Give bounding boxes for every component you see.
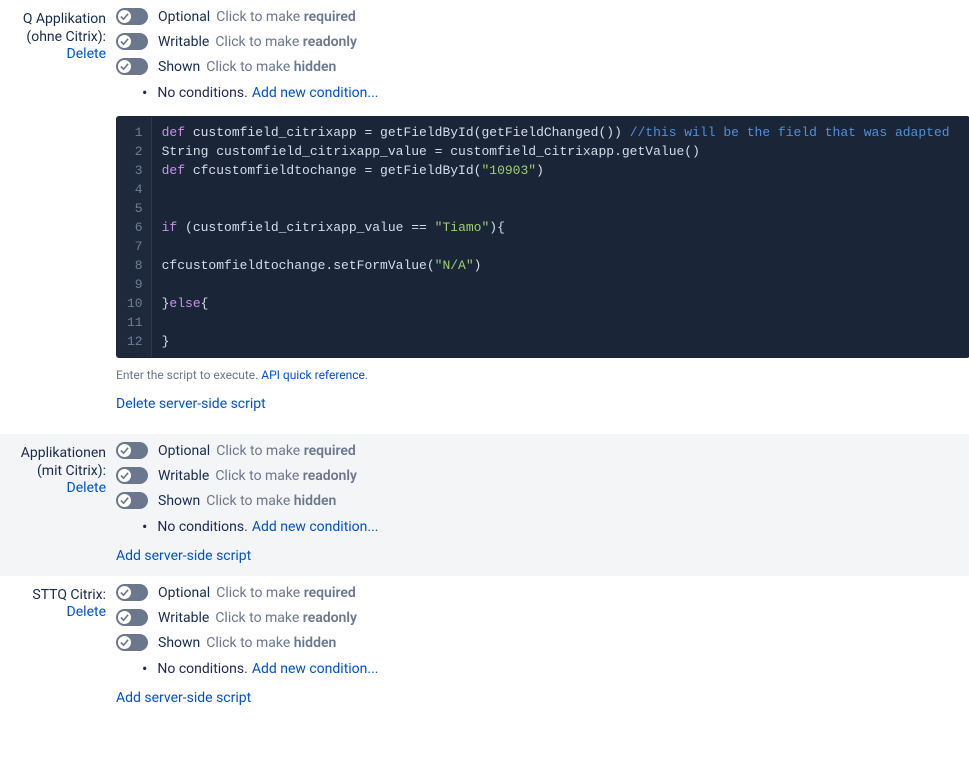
check-icon [118, 586, 131, 599]
conditions-bullet: No conditions. Add new condition... [142, 517, 959, 536]
no-conditions-text: No conditions. [157, 85, 247, 101]
check-icon [118, 60, 131, 73]
conditions-bullet: No conditions. Add new condition... [142, 83, 969, 102]
check-icon [118, 611, 131, 624]
add-server-side-script-link[interactable]: Add server-side script [116, 548, 251, 564]
delete-field-link[interactable]: Delete [67, 46, 106, 62]
field-label-col: STTQ Citrix: Delete [0, 576, 112, 620]
toggle-shown-hint: Click to make hidden [206, 493, 336, 509]
field-block-ohne-citrix: Q Applikation (ohne Citrix): Delete Opti… [0, 0, 969, 434]
toggle-row-writable: Writable Click to make readonly [116, 609, 959, 626]
toggle-shown-label: Shown [158, 493, 200, 509]
field-right-col: Optional Click to make required Writable… [112, 434, 969, 568]
toggle-writable-hint: Click to make readonly [215, 34, 357, 50]
toggle-row-writable: Writable Click to make readonly [116, 33, 969, 50]
toggle-optional-hint: Click to make required [216, 585, 356, 601]
toggle-row-optional: Optional Click to make required [116, 8, 969, 25]
toggle-writable-label: Writable [158, 34, 209, 50]
toggle-optional-hint: Click to make required [216, 443, 356, 459]
toggle-row-shown: Shown Click to make hidden [116, 634, 959, 651]
toggle-writable-label: Writable [158, 610, 209, 626]
code-content[interactable]: def customfield_citrixapp = getFieldById… [152, 117, 969, 357]
no-conditions-text: No conditions. [157, 661, 247, 677]
toggle-writable[interactable] [116, 467, 148, 484]
toggle-shown-hint: Click to make hidden [206, 635, 336, 651]
toggle-writable-hint: Click to make readonly [215, 610, 357, 626]
check-icon [118, 494, 131, 507]
delete-field-link[interactable]: Delete [67, 604, 106, 620]
toggle-shown-label: Shown [158, 59, 200, 75]
field-right-col: Optional Click to make required Writable… [112, 0, 969, 426]
toggle-writable-hint: Click to make readonly [215, 468, 357, 484]
field-block-sttq-citrix: STTQ Citrix: Delete Optional Click to ma… [0, 576, 969, 718]
toggle-shown[interactable] [116, 492, 148, 509]
no-conditions-text: No conditions. [157, 519, 247, 535]
field-block-mit-citrix: Applikationen (mit Citrix): Delete Optio… [0, 434, 969, 576]
toggle-optional[interactable] [116, 8, 148, 25]
conditions-bullet: No conditions. Add new condition... [142, 659, 959, 678]
field-right-col: Optional Click to make required Writable… [112, 576, 969, 710]
toggle-row-shown: Shown Click to make hidden [116, 492, 959, 509]
toggle-optional-label: Optional [158, 9, 210, 25]
toggle-optional-hint: Click to make required [216, 9, 356, 25]
api-quick-reference-link[interactable]: API quick reference [261, 368, 365, 382]
toggle-shown-hint: Click to make hidden [206, 59, 336, 75]
check-icon [118, 636, 131, 649]
toggle-row-shown: Shown Click to make hidden [116, 58, 969, 75]
field-title: Applikationen (mit Citrix): [0, 444, 106, 480]
toggle-writable[interactable] [116, 33, 148, 50]
field-title: Q Applikation (ohne Citrix): [0, 10, 106, 46]
toggle-optional[interactable] [116, 442, 148, 459]
field-title: STTQ Citrix: [0, 586, 106, 604]
check-icon [118, 10, 131, 23]
delete-server-side-script-link[interactable]: Delete server-side script [116, 396, 266, 412]
add-condition-link[interactable]: Add new condition... [252, 661, 379, 677]
check-icon [118, 469, 131, 482]
toggle-optional-label: Optional [158, 443, 210, 459]
delete-field-link[interactable]: Delete [67, 480, 106, 496]
add-condition-link[interactable]: Add new condition... [252, 519, 379, 535]
toggle-row-writable: Writable Click to make readonly [116, 467, 959, 484]
code-body: 123456789101112 def customfield_citrixap… [117, 117, 969, 357]
check-icon [118, 444, 131, 457]
toggle-row-optional: Optional Click to make required [116, 442, 959, 459]
check-icon [118, 35, 131, 48]
toggle-writable[interactable] [116, 609, 148, 626]
line-number-gutter: 123456789101112 [117, 117, 152, 357]
field-label-col: Q Applikation (ohne Citrix): Delete [0, 0, 112, 62]
toggle-optional[interactable] [116, 584, 148, 601]
field-label-col: Applikationen (mit Citrix): Delete [0, 434, 112, 496]
add-server-side-script-link[interactable]: Add server-side script [116, 690, 251, 706]
toggle-shown[interactable] [116, 634, 148, 651]
script-hint: Enter the script to execute. API quick r… [116, 368, 969, 382]
toggle-row-optional: Optional Click to make required [116, 584, 959, 601]
toggle-shown-label: Shown [158, 635, 200, 651]
code-editor[interactable]: 123456789101112 def customfield_citrixap… [116, 116, 969, 358]
toggle-optional-label: Optional [158, 585, 210, 601]
toggle-shown[interactable] [116, 58, 148, 75]
toggle-writable-label: Writable [158, 468, 209, 484]
add-condition-link[interactable]: Add new condition... [252, 85, 379, 101]
